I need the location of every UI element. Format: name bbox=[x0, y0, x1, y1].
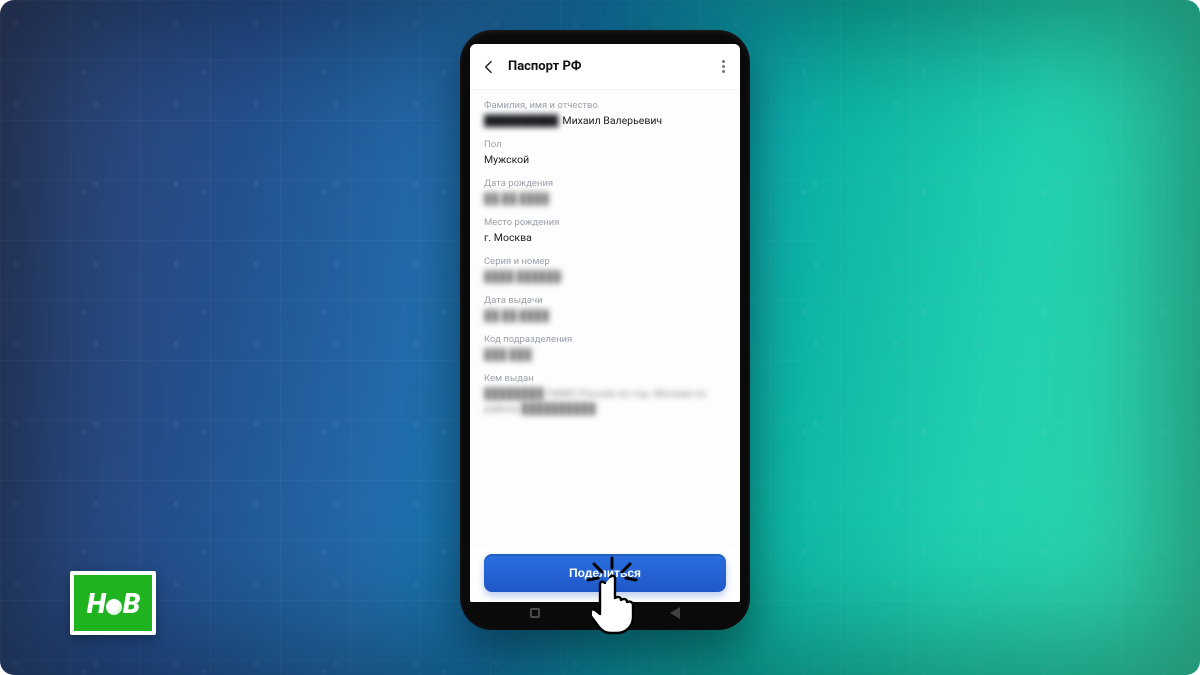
more-menu-button[interactable] bbox=[716, 60, 730, 73]
nav-back-icon[interactable] bbox=[670, 607, 680, 619]
value-redacted: ██.██.████ bbox=[484, 309, 726, 322]
ntv-ball-icon bbox=[106, 599, 122, 615]
value: ██████████ Михаил Валерьевич bbox=[484, 114, 726, 127]
nav-home-icon[interactable] bbox=[599, 607, 611, 619]
field-gender: Пол Мужской bbox=[484, 139, 726, 166]
dot-icon bbox=[722, 70, 725, 73]
label: Место рождения bbox=[484, 217, 726, 228]
field-dept-code: Код подразделения ███-███ bbox=[484, 334, 726, 361]
value-redacted: ██.██.████ bbox=[484, 192, 726, 205]
field-series-number: Серия и номер ████ ██████ bbox=[484, 256, 726, 283]
ntv-letter-v: В bbox=[123, 587, 140, 620]
dot-icon bbox=[722, 60, 725, 63]
bottom-action-area: Поделиться bbox=[470, 548, 740, 602]
value-redacted: ████████ УФМС России по гор. Москве по р… bbox=[484, 387, 726, 416]
page-title: Паспорт РФ bbox=[508, 59, 706, 74]
passport-details: Фамилия, имя и отчество ██████████ Михаил… bbox=[470, 90, 740, 548]
label: Кем выдан bbox=[484, 373, 726, 384]
phone-screen: Паспорт РФ Фамилия, имя и отчество █████… bbox=[470, 44, 740, 602]
phone-frame: Паспорт РФ Фамилия, имя и отчество █████… bbox=[460, 30, 750, 630]
dot-icon bbox=[722, 65, 725, 68]
arrow-left-icon bbox=[481, 59, 497, 75]
label: Серия и номер bbox=[484, 256, 726, 267]
share-button[interactable]: Поделиться bbox=[484, 554, 726, 592]
back-button[interactable] bbox=[480, 58, 498, 76]
ntv-logo: НВ bbox=[70, 571, 156, 635]
value-redacted: ████ ██████ bbox=[484, 270, 726, 283]
value: Мужской bbox=[484, 153, 726, 166]
label: Фамилия, имя и отчество bbox=[484, 100, 726, 111]
label: Код подразделения bbox=[484, 334, 726, 345]
ntv-letter-n: Н bbox=[87, 587, 105, 620]
redacted-surname: ██████████ bbox=[484, 114, 558, 127]
label: Пол bbox=[484, 139, 726, 150]
nav-recent-icon[interactable] bbox=[530, 608, 540, 618]
value-redacted: ███-███ bbox=[484, 348, 726, 361]
label: Дата рождения bbox=[484, 178, 726, 189]
field-birth-place: Место рождения г. Москва bbox=[484, 217, 726, 244]
name-patronymic: Михаил Валерьевич bbox=[562, 114, 662, 127]
ntv-logo-text: НВ bbox=[87, 587, 140, 620]
label: Дата выдачи bbox=[484, 295, 726, 306]
field-full-name: Фамилия, имя и отчество ██████████ Михаил… bbox=[484, 100, 726, 127]
field-issue-date: Дата выдачи ██.██.████ bbox=[484, 295, 726, 322]
broadcast-frame: НВ Паспорт РФ Фамилия, имя и отчество ██… bbox=[0, 0, 1200, 675]
android-nav-bar bbox=[460, 602, 750, 624]
field-issued-by: Кем выдан ████████ УФМС России по гор. М… bbox=[484, 373, 726, 416]
app-bar: Паспорт РФ bbox=[470, 44, 740, 90]
value: г. Москва bbox=[484, 231, 726, 244]
field-birth-date: Дата рождения ██.██.████ bbox=[484, 178, 726, 205]
